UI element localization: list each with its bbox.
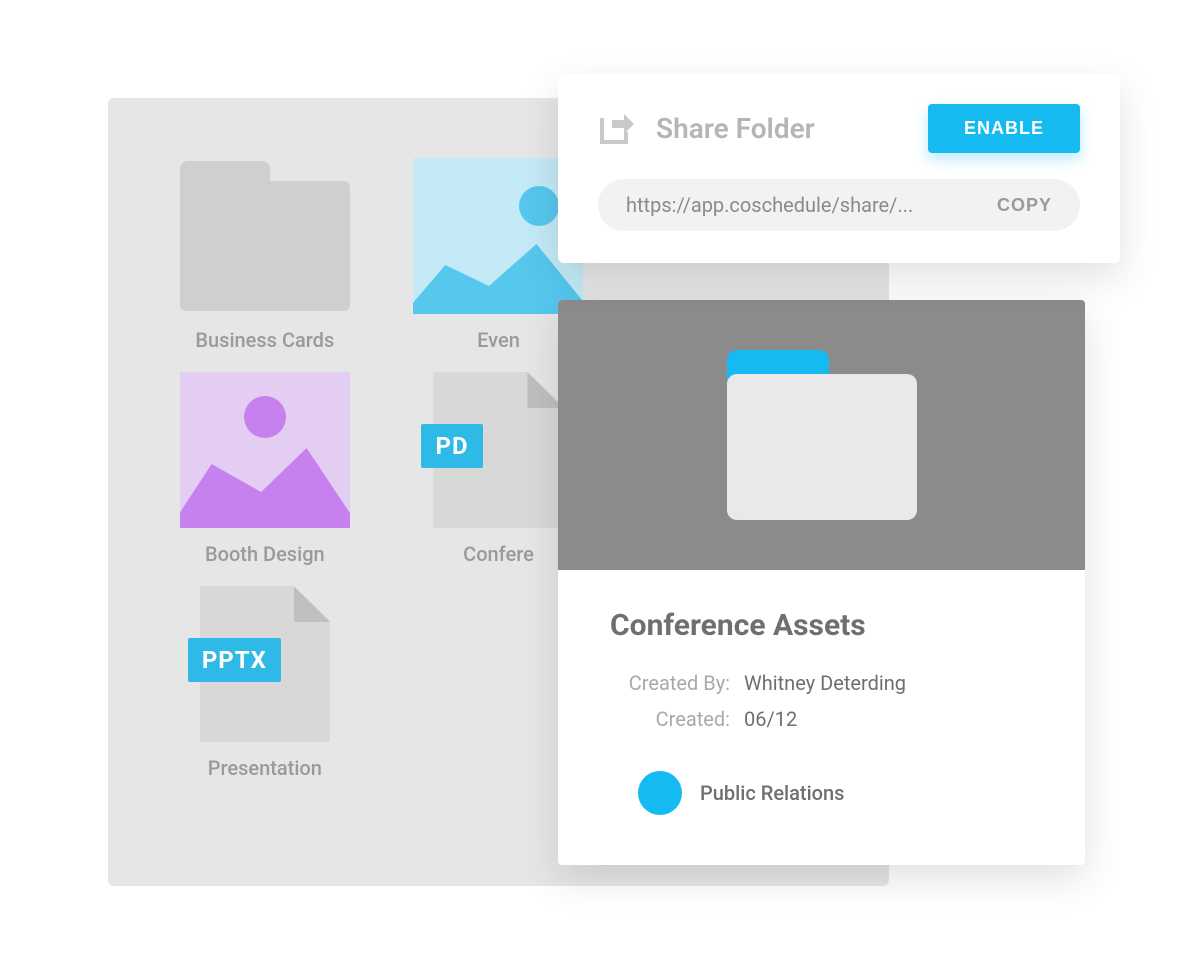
image-icon: [180, 372, 350, 528]
share-title: Share Folder: [656, 112, 906, 145]
asset-item[interactable]: PPTX Presentation: [168, 586, 362, 780]
asset-label: Business Cards: [195, 328, 334, 352]
meta-created-by: Created By: Whitney Deterding: [610, 671, 1033, 695]
tag-color-dot: [638, 771, 682, 815]
pptx-icon: PPTX: [180, 586, 350, 742]
folder-icon: [180, 158, 350, 314]
folder-title: Conference Assets: [610, 608, 1033, 643]
file-badge: PPTX: [188, 638, 281, 682]
enable-button[interactable]: ENABLE: [928, 104, 1080, 153]
share-url-text: https://app.coschedule/share/...: [626, 193, 985, 217]
folder-tag[interactable]: Public Relations: [610, 771, 1033, 815]
share-url-field[interactable]: https://app.coschedule/share/... COPY: [598, 179, 1080, 231]
file-badge: PD: [421, 424, 482, 468]
folder-icon: [727, 350, 917, 520]
asset-label: Presentation: [208, 756, 322, 780]
tag-name: Public Relations: [700, 781, 844, 805]
asset-label: Booth Design: [205, 542, 325, 566]
meta-label: Created:: [610, 707, 730, 731]
asset-item[interactable]: Business Cards: [168, 158, 362, 352]
meta-label: Created By:: [610, 671, 730, 695]
copy-button[interactable]: COPY: [997, 195, 1052, 216]
share-icon: [598, 112, 634, 146]
folder-details-card: Conference Assets Created By: Whitney De…: [558, 300, 1085, 865]
asset-label: Confere: [463, 542, 534, 566]
details-hero: [558, 300, 1085, 570]
asset-item[interactable]: Booth Design: [168, 372, 362, 566]
meta-value: Whitney Deterding: [744, 671, 906, 695]
asset-label: Even: [477, 328, 520, 352]
meta-value: 06/12: [744, 707, 797, 731]
share-popover: Share Folder ENABLE https://app.coschedu…: [558, 74, 1120, 263]
meta-created: Created: 06/12: [610, 707, 1033, 731]
